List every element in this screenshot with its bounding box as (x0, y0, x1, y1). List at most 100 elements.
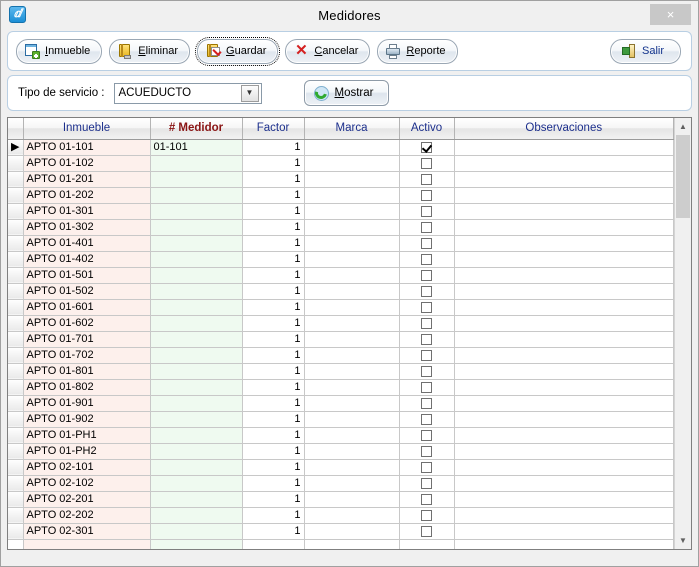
vertical-scrollbar[interactable]: ▲ ▼ (674, 118, 691, 549)
cell-medidor[interactable] (150, 379, 243, 396)
cell-medidor[interactable]: 01-101 (150, 139, 243, 156)
cell-activo[interactable] (399, 523, 455, 540)
cell-factor[interactable]: 1 (242, 283, 305, 300)
table-row[interactable]: APTO 01-902 1 (8, 411, 674, 428)
table-row[interactable]: APTO 01-802 1 (8, 379, 674, 396)
cell-activo[interactable] (399, 539, 455, 549)
cancelar-button[interactable]: ✕ Cancelar (285, 38, 371, 64)
cell-inmueble[interactable]: APTO 01-702 (23, 347, 151, 364)
cell-inmueble[interactable]: APTO 01-201 (23, 171, 151, 188)
salir-button[interactable]: Salir (609, 38, 681, 64)
table-row[interactable]: APTO 01-402 1 (8, 251, 674, 268)
cell-activo[interactable] (399, 459, 455, 476)
cell-activo[interactable] (399, 379, 455, 396)
cell-activo[interactable] (399, 443, 455, 460)
activo-checkbox[interactable] (421, 429, 432, 441)
cell-factor[interactable] (242, 539, 305, 549)
cell-inmueble[interactable]: APTO 01-301 (23, 203, 151, 220)
table-row[interactable]: APTO 02-102 1 (8, 475, 674, 492)
cell-marca[interactable] (304, 507, 400, 524)
row-selector-cell[interactable] (8, 363, 24, 380)
cell-marca[interactable] (304, 443, 400, 460)
scroll-thumb[interactable] (676, 135, 690, 218)
table-row[interactable]: APTO 01-PH2 1 (8, 443, 674, 460)
cell-medidor[interactable] (150, 475, 243, 492)
cell-marca[interactable] (304, 411, 400, 428)
cell-marca[interactable] (304, 203, 400, 220)
cell-activo[interactable] (399, 427, 455, 444)
cell-factor[interactable]: 1 (242, 523, 305, 540)
cell-factor[interactable]: 1 (242, 475, 305, 492)
cell-observaciones[interactable] (454, 299, 674, 316)
activo-checkbox[interactable] (421, 493, 432, 505)
cell-observaciones[interactable] (454, 459, 674, 476)
table-row[interactable]: APTO 01-601 1 (8, 299, 674, 316)
cell-medidor[interactable] (150, 507, 243, 524)
cell-observaciones[interactable] (454, 347, 674, 364)
cell-observaciones[interactable] (454, 203, 674, 220)
cell-observaciones[interactable] (454, 507, 674, 524)
cell-activo[interactable] (399, 187, 455, 204)
activo-checkbox[interactable] (421, 333, 432, 345)
cell-observaciones[interactable] (454, 475, 674, 492)
cell-factor[interactable]: 1 (242, 347, 305, 364)
cell-marca[interactable] (304, 155, 400, 172)
cell-medidor[interactable] (150, 347, 243, 364)
activo-checkbox[interactable] (421, 413, 432, 425)
cell-observaciones[interactable] (454, 379, 674, 396)
activo-checkbox[interactable] (421, 173, 432, 185)
row-selector-cell[interactable] (8, 235, 24, 252)
cell-activo[interactable] (399, 363, 455, 380)
activo-checkbox[interactable] (421, 205, 432, 217)
cell-observaciones[interactable] (454, 539, 674, 549)
cell-marca[interactable] (304, 347, 400, 364)
activo-checkbox[interactable] (421, 317, 432, 329)
cell-marca[interactable] (304, 331, 400, 348)
cell-inmueble[interactable]: APTO 01-401 (23, 235, 151, 252)
cell-factor[interactable]: 1 (242, 411, 305, 428)
activo-checkbox[interactable] (421, 237, 432, 249)
cell-activo[interactable] (399, 331, 455, 348)
cell-factor[interactable]: 1 (242, 251, 305, 268)
cell-observaciones[interactable] (454, 171, 674, 188)
cell-inmueble[interactable]: APTO 01-901 (23, 395, 151, 412)
activo-checkbox[interactable] (421, 461, 432, 473)
table-row[interactable] (8, 539, 674, 549)
column-header-inmueble[interactable]: Inmueble (23, 118, 151, 140)
table-row[interactable]: APTO 01-901 1 (8, 395, 674, 412)
scroll-down-button[interactable]: ▼ (675, 532, 691, 549)
cell-activo[interactable] (399, 315, 455, 332)
table-row[interactable]: APTO 01-702 1 (8, 347, 674, 364)
row-selector-cell[interactable] (8, 331, 24, 348)
cell-observaciones[interactable] (454, 491, 674, 508)
cell-inmueble[interactable]: APTO 02-102 (23, 475, 151, 492)
table-row[interactable]: APTO 01-PH1 1 (8, 427, 674, 444)
row-selector-cell[interactable] (8, 491, 24, 508)
cell-medidor[interactable] (150, 523, 243, 540)
cell-observaciones[interactable] (454, 155, 674, 172)
row-selector-cell[interactable] (8, 427, 24, 444)
cell-medidor[interactable] (150, 299, 243, 316)
cell-observaciones[interactable] (454, 315, 674, 332)
row-selector-cell[interactable] (8, 523, 24, 540)
cell-marca[interactable] (304, 379, 400, 396)
cell-marca[interactable] (304, 219, 400, 236)
table-row[interactable]: APTO 02-201 1 (8, 491, 674, 508)
row-selector-cell[interactable] (8, 347, 24, 364)
row-selector-cell[interactable]: ▶ (8, 139, 24, 156)
cell-medidor[interactable] (150, 187, 243, 204)
row-selector-cell[interactable] (8, 315, 24, 332)
cell-activo[interactable] (399, 155, 455, 172)
scroll-up-button[interactable]: ▲ (675, 118, 691, 135)
cell-factor[interactable]: 1 (242, 267, 305, 284)
cell-marca[interactable] (304, 267, 400, 284)
table-row[interactable]: APTO 01-102 1 (8, 155, 674, 172)
cell-marca[interactable] (304, 363, 400, 380)
cell-observaciones[interactable] (454, 331, 674, 348)
cell-observaciones[interactable] (454, 267, 674, 284)
cell-activo[interactable] (399, 171, 455, 188)
cell-inmueble[interactable]: APTO 01-PH2 (23, 443, 151, 460)
cell-medidor[interactable] (150, 315, 243, 332)
cell-marca[interactable] (304, 283, 400, 300)
cell-activo[interactable] (399, 283, 455, 300)
